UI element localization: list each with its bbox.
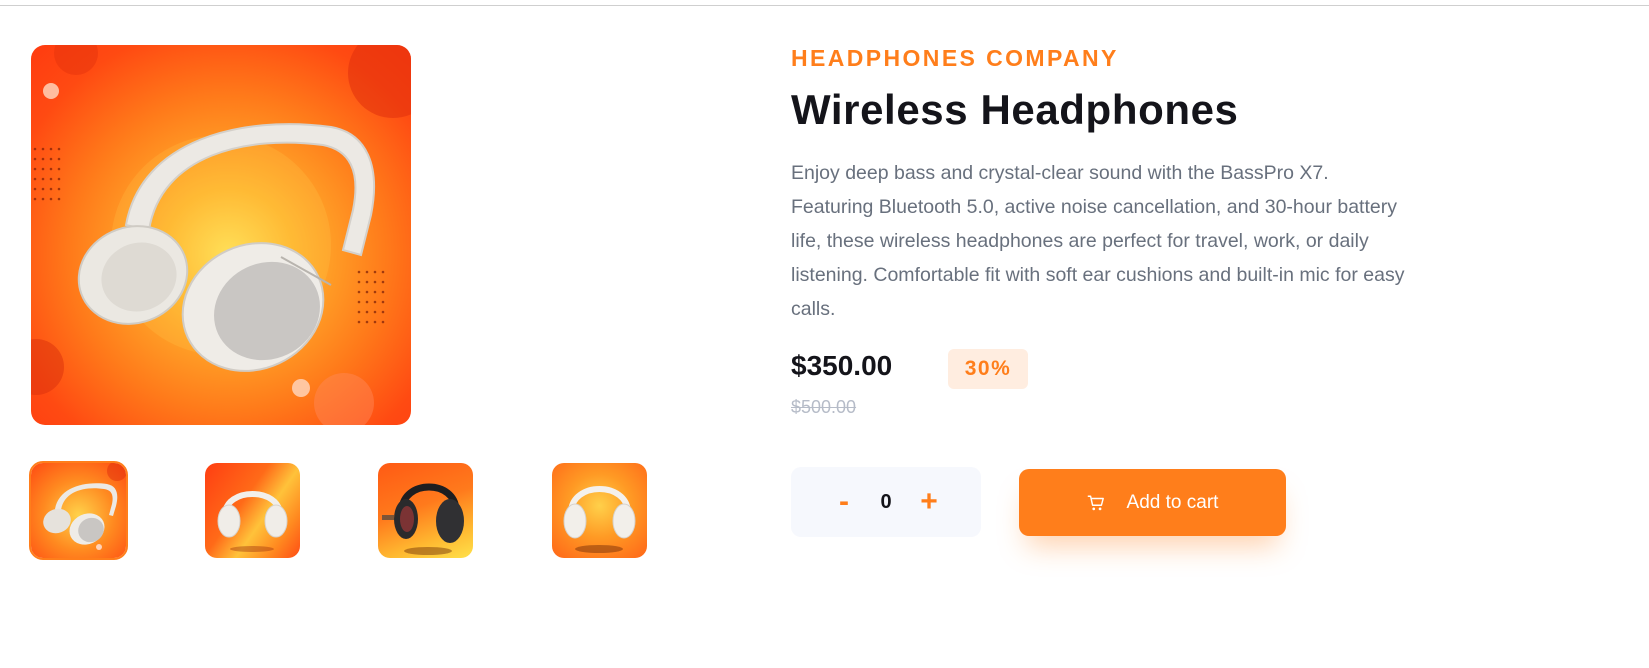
add-to-cart-label: Add to cart [1126, 491, 1219, 513]
company-name: HEADPHONES COMPANY [791, 45, 1119, 71]
main-product-image [31, 45, 411, 425]
original-price: $500.00 [791, 397, 857, 417]
decrease-quantity-button[interactable]: - [824, 467, 864, 537]
discount-badge: 30% [948, 349, 1028, 389]
top-divider [0, 5, 1649, 6]
thumbnail-1[interactable] [29, 461, 128, 560]
thumbnail-2[interactable] [205, 463, 300, 558]
add-to-cart-button[interactable]: Add to cart [1019, 469, 1286, 536]
product-description: Enjoy deep bass and crystal-clear sound … [791, 162, 1405, 320]
quantity-stepper: - 0 + [791, 467, 981, 537]
product-title: Wireless Headphones [791, 86, 1239, 133]
current-price: $350.00 [791, 350, 893, 381]
increase-quantity-button[interactable]: + [909, 467, 949, 537]
thumbnail-4[interactable] [552, 463, 647, 558]
quantity-value: 0 [880, 490, 892, 513]
thumbnail-3[interactable] [378, 463, 473, 558]
cart-icon [1087, 495, 1104, 510]
